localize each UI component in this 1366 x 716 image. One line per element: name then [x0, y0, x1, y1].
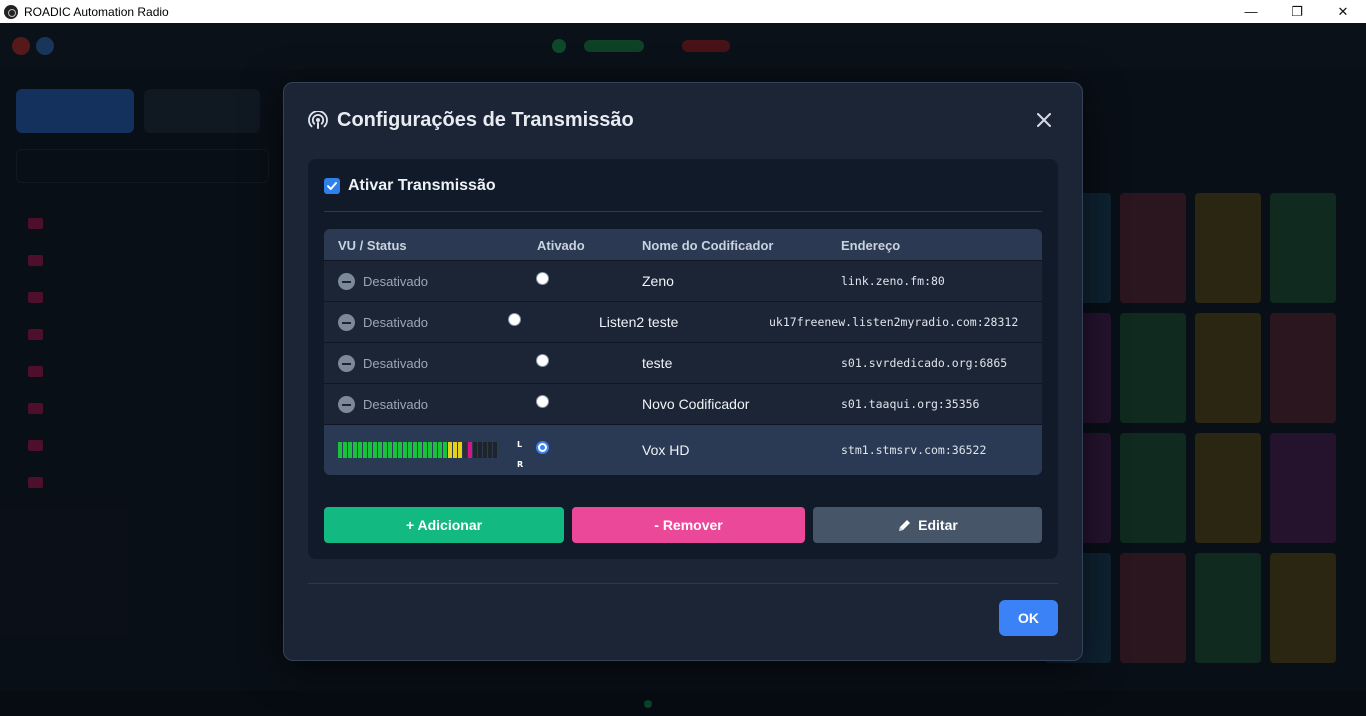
window-title: ROADIC Automation Radio [24, 4, 169, 19]
maximize-button[interactable]: ❐ [1274, 0, 1320, 23]
column-header-address: Endereço [841, 238, 901, 253]
encoder-name: teste [642, 355, 673, 371]
vu-bar [463, 442, 467, 458]
edit-button-label: Editar [918, 517, 958, 533]
vu-right-label: R [517, 460, 524, 469]
vu-bar [398, 442, 402, 458]
vu-bar [483, 442, 487, 458]
enable-broadcast-checkbox[interactable] [324, 178, 340, 194]
encoder-enable-radio[interactable] [508, 313, 521, 326]
disabled-icon [338, 273, 355, 290]
broadcast-settings-dialog: Configurações de Transmissão Ativar Tran… [283, 82, 1083, 661]
checkmark-icon [327, 182, 337, 190]
encoder-name: Vox HD [642, 442, 690, 458]
enable-broadcast-label: Ativar Transmissão [348, 177, 496, 194]
status-text: Desativado [363, 274, 429, 289]
remove-encoder-button[interactable]: - Remover [572, 507, 805, 543]
vu-bar [413, 442, 417, 458]
vu-bar [338, 442, 342, 458]
encoder-enable-radio[interactable] [536, 354, 549, 367]
vu-bar [478, 442, 482, 458]
vu-bar [408, 442, 412, 458]
ok-button[interactable]: OK [999, 600, 1058, 636]
vu-bar [428, 442, 432, 458]
vu-bar [443, 442, 447, 458]
footer-divider [308, 583, 1058, 584]
table-row[interactable]: Desativado Novo Codificador s01.taaqui.o… [324, 383, 1042, 424]
encoder-name: Listen2 teste [599, 314, 679, 330]
vu-bar [453, 442, 457, 458]
add-encoder-button[interactable]: + Adicionar [324, 507, 564, 543]
vu-bar [353, 442, 357, 458]
vu-left-label: L [517, 440, 523, 449]
disabled-icon [338, 355, 355, 372]
table-row[interactable]: Desativado Zeno link.zeno.fm:80 [324, 260, 1042, 301]
vu-bar [378, 442, 382, 458]
vu-bar [418, 442, 422, 458]
encoder-address: s01.svrdedicado.org:6865 [841, 356, 1008, 370]
encoders-table: VU / Status Ativado Nome do Codificador … [324, 229, 1042, 475]
encoder-name: Zeno [642, 273, 674, 289]
vu-bar [368, 442, 372, 458]
vu-bar [343, 442, 347, 458]
table-row[interactable]: Desativado teste s01.svrdedicado.org:686… [324, 342, 1042, 383]
disabled-icon [338, 396, 355, 413]
encoder-address: stm1.stmsrv.com:36522 [841, 443, 987, 457]
broadcast-icon [308, 110, 328, 129]
edit-encoder-button[interactable]: Editar [813, 507, 1042, 543]
status-text: Desativado [363, 356, 429, 371]
encoder-enable-radio[interactable] [536, 395, 549, 408]
close-icon [1037, 113, 1051, 127]
vu-bar [493, 442, 497, 458]
vu-bar [383, 442, 387, 458]
vu-bar [423, 442, 427, 458]
vu-bar [458, 442, 462, 458]
vu-bar [388, 442, 392, 458]
minimize-button[interactable]: — [1228, 0, 1274, 23]
encoder-address: uk17freenew.listen2myradio.com:28312 [769, 315, 1019, 329]
close-dialog-button[interactable] [1034, 111, 1054, 131]
dialog-title: Configurações de Transmissão [337, 109, 634, 131]
settings-panel: Ativar Transmissão VU / Status Ativado N… [308, 159, 1058, 559]
column-header-enabled: Ativado [537, 238, 585, 253]
table-row[interactable]: Desativado Listen2 teste uk17freenew.lis… [324, 301, 1042, 342]
encoder-address: link.zeno.fm:80 [841, 274, 945, 288]
vu-bar [403, 442, 407, 458]
table-header: VU / Status Ativado Nome do Codificador … [324, 229, 1042, 260]
vu-bar [393, 442, 397, 458]
disabled-icon [338, 314, 355, 331]
window-title-bar: ROADIC Automation Radio — ❐ ✕ [0, 0, 1366, 23]
encoder-status: Desativado [338, 273, 428, 290]
vu-bar [358, 442, 362, 458]
vu-bar [433, 442, 437, 458]
encoder-status: Desativado [338, 314, 428, 331]
table-row-selected[interactable]: L R Vox HD stm1.stmsrv.com:36522 [324, 424, 1042, 475]
app-logo-icon [4, 4, 18, 19]
vu-bar [363, 442, 367, 458]
vu-bar [373, 442, 377, 458]
vu-bar [468, 442, 472, 458]
vu-bar [473, 442, 477, 458]
vu-bar [488, 442, 492, 458]
encoder-enable-radio[interactable] [536, 272, 549, 285]
vu-bar [348, 442, 352, 458]
divider [324, 211, 1042, 212]
encoder-enable-radio[interactable] [536, 441, 549, 454]
dialog-header: Configurações de Transmissão [308, 109, 634, 132]
column-header-name: Nome do Codificador [642, 238, 774, 253]
vu-meter [338, 442, 497, 458]
vu-bar [448, 442, 452, 458]
encoder-address: s01.taaqui.org:35356 [841, 397, 980, 411]
column-header-status: VU / Status [338, 238, 407, 253]
close-window-button[interactable]: ✕ [1320, 0, 1366, 23]
encoder-status: Desativado [338, 396, 428, 413]
status-text: Desativado [363, 315, 429, 330]
encoder-name: Novo Codificador [642, 396, 750, 412]
vu-channel-labels: L R [517, 435, 523, 475]
encoder-status: Desativado [338, 355, 428, 372]
vu-bar [438, 442, 442, 458]
pencil-icon [899, 519, 911, 531]
status-text: Desativado [363, 397, 429, 412]
enable-broadcast-toggle[interactable]: Ativar Transmissão [324, 177, 496, 195]
